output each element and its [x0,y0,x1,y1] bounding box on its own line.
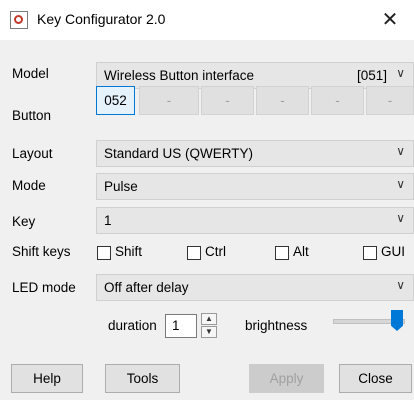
shift-checkbox[interactable] [97,246,111,260]
ctrl-checkbox[interactable] [187,246,201,260]
mode-label: Mode [12,178,46,193]
duration-down-icon[interactable]: ▼ [201,326,217,338]
model-select[interactable]: Wireless Button interface [051] ∨ [96,62,414,89]
duration-up-icon[interactable]: ▲ [201,313,217,325]
model-value: Wireless Button interface [104,68,255,83]
help-button[interactable]: Help [11,364,83,393]
button-cell-6[interactable]: - [366,86,414,115]
button-label: Button [12,108,52,123]
brightness-label: brightness [245,318,308,333]
led-mode-value: Off after delay [104,280,189,295]
shift-checkbox-label: Shift [115,244,143,259]
chevron-down-icon: ∨ [396,177,405,191]
tools-button[interactable]: Tools [105,364,180,393]
button-cell-2[interactable]: - [139,86,199,115]
layout-value: Standard US (QWERTY) [104,146,254,161]
button-cell-3[interactable]: - [201,86,254,115]
chevron-down-icon: ∨ [396,144,405,158]
close-icon[interactable]: ✕ [376,6,404,34]
layout-label: Layout [12,146,53,161]
layout-select[interactable]: Standard US (QWERTY) ∨ [96,140,414,167]
button-cell-5[interactable]: - [311,86,364,115]
alt-checkbox[interactable] [275,246,289,260]
close-button[interactable]: Close [339,364,412,393]
duration-input[interactable]: 1 [165,314,197,338]
alt-checkbox-label: Alt [293,244,309,259]
title-bar: Key Configurator 2.0 ✕ [0,0,414,40]
chevron-down-icon: ∨ [396,211,405,225]
model-code: [051] [356,68,387,83]
gui-checkbox-label: GUI [381,244,406,259]
button-cell-4[interactable]: - [256,86,309,115]
key-value: 1 [104,213,112,228]
app-icon [10,11,28,29]
ctrl-checkbox-label: Ctrl [205,244,226,259]
window-title: Key Configurator 2.0 [37,11,166,27]
model-label: Model [12,66,49,81]
mode-value: Pulse [104,179,138,194]
duration-label: duration [108,318,157,333]
chevron-down-icon: ∨ [396,66,405,80]
apply-button[interactable]: Apply [249,364,324,393]
gui-checkbox[interactable] [363,246,377,260]
button-cell-1[interactable]: 052 [96,86,135,115]
shift-keys-label: Shift keys [12,244,71,259]
led-mode-select[interactable]: Off after delay ∨ [96,274,414,301]
key-select[interactable]: 1 ∨ [96,207,414,234]
mode-select[interactable]: Pulse ∨ [96,173,414,200]
led-mode-label: LED mode [12,280,76,295]
key-label: Key [12,214,36,229]
chevron-down-icon: ∨ [396,278,405,292]
